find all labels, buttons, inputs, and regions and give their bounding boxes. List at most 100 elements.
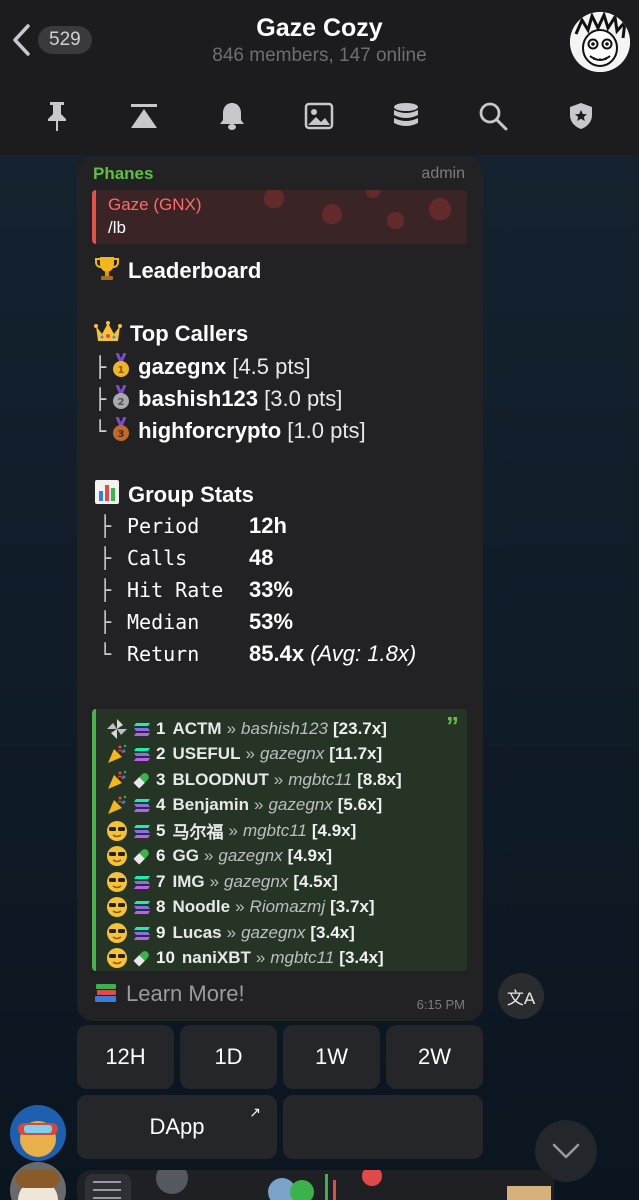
empty-keyboard-button[interactable]	[283, 1095, 483, 1159]
call-token[interactable]: Lucas	[172, 923, 221, 943]
call-separator: »	[203, 846, 214, 865]
call-user[interactable]: mgbtc11	[288, 770, 352, 790]
dapp-button[interactable]: DApp ↗	[77, 1095, 277, 1159]
call-multiplier: [23.7x]	[333, 718, 387, 738]
call-token[interactable]: IMG	[172, 872, 204, 892]
chat-title[interactable]: Gaze Cozy	[0, 14, 639, 43]
call-row: 7 IMG» gazegnx [4.5x]	[106, 869, 338, 894]
solana-icon	[132, 923, 152, 943]
pin-icon[interactable]	[35, 94, 79, 138]
call-rank: 10	[156, 948, 175, 967]
next-message-preview[interactable]	[77, 1170, 554, 1200]
caller-name[interactable]: bashish123	[138, 386, 258, 411]
mask-icon	[387, 212, 404, 229]
call-rank: 1	[156, 718, 166, 738]
message-bubble[interactable]: Phanes admin Gaze (GNX) /lb Leaderboard …	[77, 157, 483, 1021]
call-user[interactable]: bashish123	[241, 719, 328, 739]
call-row: 3 BLOODNUT» mgbtc11 [8.8x]	[106, 767, 402, 792]
call-user[interactable]: mgbtc11	[243, 821, 307, 841]
call-token[interactable]: 马尔福	[172, 818, 223, 843]
bell-icon[interactable]	[210, 94, 254, 138]
reply-author: Gaze (GNX)	[108, 195, 202, 214]
call-rank: 8	[156, 897, 166, 916]
stat-value: 33%	[249, 577, 294, 602]
chat-subtitle: 846 members, 147 online	[212, 45, 427, 66]
svg-text:2: 2	[118, 397, 125, 408]
top-callers-heading: Top Callers	[94, 320, 248, 347]
call-user[interactable]: gazegnx	[224, 872, 288, 892]
call-token[interactable]: Noodle	[172, 897, 230, 917]
database-icon[interactable]	[384, 94, 428, 138]
call-user[interactable]: gazegnx	[218, 846, 282, 866]
call-separator: »	[226, 718, 237, 738]
message-time: 6:15 PM	[416, 997, 465, 1012]
translate-button[interactable]: 文A	[498, 973, 544, 1019]
group-stats-heading: Group Stats	[94, 479, 254, 508]
leaderboard-heading: Leaderboard	[94, 255, 261, 284]
caller-row: ├ 1 gazegnx [4.5 pts]	[94, 352, 311, 379]
call-separator: »	[228, 820, 238, 840]
translate-icon: 文A	[506, 988, 536, 1008]
call-multiplier: [4.9x]	[287, 846, 333, 865]
caller-points: [3.0 pts]	[264, 386, 343, 411]
user-avatar[interactable]	[10, 1105, 66, 1161]
pill-icon	[132, 770, 152, 790]
call-token[interactable]: ACTM	[172, 719, 221, 739]
stat-label: Period	[127, 514, 200, 538]
caller-name[interactable]: gazegnx	[138, 354, 226, 379]
call-user[interactable]: Riomazmj	[250, 897, 326, 917]
call-user[interactable]: gazegnx	[260, 744, 324, 764]
call-separator: »	[235, 897, 245, 916]
mask-icon	[322, 204, 342, 224]
call-rank: 6	[156, 846, 166, 865]
stat-label: Return	[127, 642, 200, 666]
scroll-top-icon[interactable]	[122, 94, 166, 138]
mask-icon	[366, 190, 380, 198]
bronze-medal-icon: 3	[112, 416, 130, 443]
solana-icon	[132, 795, 152, 815]
reply-quote[interactable]: Gaze (GNX) /lb	[92, 190, 467, 244]
call-separator: »	[255, 948, 266, 967]
call-user[interactable]: gazegnx	[241, 923, 305, 943]
caller-name[interactable]: highforcrypto	[138, 418, 281, 443]
call-token[interactable]: GG	[172, 846, 198, 866]
period-button-12h[interactable]: 12H	[77, 1025, 174, 1089]
call-row: 5 马尔福» mgbtc11 [4.9x]	[106, 818, 356, 843]
pinwheel-icon	[106, 718, 128, 740]
period-button-2w[interactable]: 2W	[386, 1025, 483, 1089]
books-icon	[95, 984, 116, 1002]
svg-text:3: 3	[118, 429, 125, 440]
pill-icon	[132, 948, 152, 968]
call-token[interactable]: Benjamin	[172, 795, 249, 815]
group-avatar[interactable]	[570, 12, 630, 72]
top-callers-title: Top Callers	[130, 321, 249, 346]
period-button-1d[interactable]: 1D	[180, 1025, 277, 1089]
stat-value: 85.4x (Avg: 1.8x)	[249, 641, 417, 666]
call-row: 8 Noodle » Riomazmj [3.7x]	[106, 895, 375, 920]
caller-row: └ 3 highforcrypto [1.0 pts]	[94, 416, 366, 443]
silver-medal-icon: 2	[112, 384, 130, 411]
call-user[interactable]: mgbtc11	[270, 948, 334, 968]
calls-quote: ” 1 ACTM» bashish123 [23.7x] 2 USEFUL» gazegnx…	[92, 709, 467, 971]
call-token[interactable]: USEFUL	[172, 744, 240, 764]
call-token[interactable]: BLOODNUT	[172, 770, 268, 790]
stat-extra: (Avg: 1.8x)	[310, 641, 417, 666]
call-separator: »	[209, 871, 220, 891]
gold-medal-icon: 1	[112, 352, 130, 379]
sender-name[interactable]: Phanes	[93, 164, 153, 184]
period-button-1w[interactable]: 1W	[283, 1025, 380, 1089]
call-separator: »	[226, 922, 237, 942]
search-icon[interactable]	[471, 94, 515, 138]
shield-icon[interactable]	[559, 94, 603, 138]
call-token[interactable]: naniXBT	[182, 948, 251, 968]
chat-header: 529 Gaze Cozy 846 members, 147 online	[0, 0, 639, 155]
call-user[interactable]: gazegnx	[268, 795, 332, 815]
learn-more-link[interactable]: Learn More!	[94, 981, 245, 1007]
chevron-down-icon	[552, 1143, 580, 1159]
image-icon[interactable]	[297, 94, 341, 138]
mask-icon	[429, 198, 451, 220]
caller-row: ├ 2 bashish123 [3.0 pts]	[94, 384, 343, 411]
call-row: 10 naniXBT» mgbtc11 [3.4x]	[106, 946, 384, 971]
stat-label: Hit Rate	[127, 578, 224, 602]
call-multiplier: [3.4x]	[310, 922, 355, 942]
